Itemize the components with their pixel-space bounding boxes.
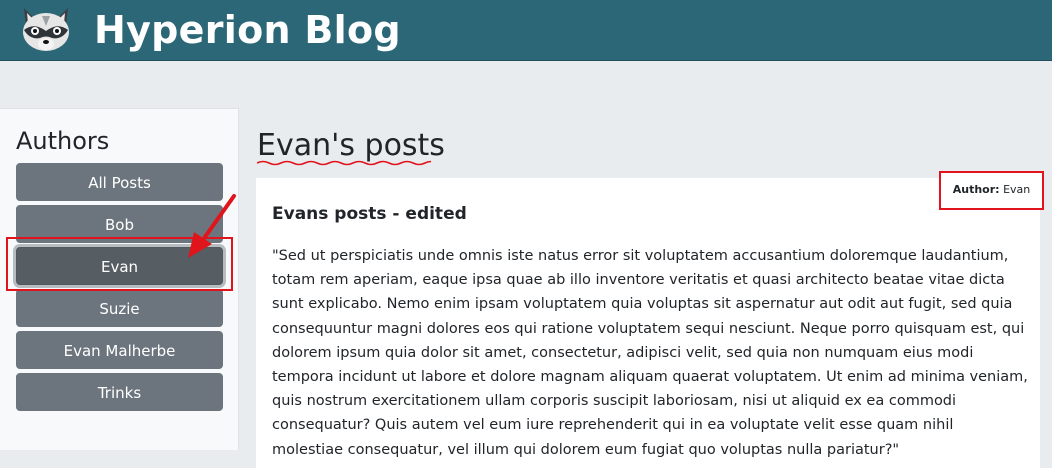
red-arrow-icon [188, 194, 236, 258]
post-author-label: Author: [952, 183, 1000, 196]
sidebar-title: Authors [16, 127, 110, 155]
raccoon-logo-icon[interactable] [16, 4, 76, 54]
spellcheck-underline [257, 160, 431, 166]
author-button-suzie[interactable]: Suzie [16, 289, 223, 327]
author-button-evan-malherbe[interactable]: Evan Malherbe [16, 331, 223, 369]
author-button-trinks[interactable]: Trinks [16, 373, 223, 411]
top-navbar: Hyperion Blog [0, 0, 1052, 61]
post-author: Author: Evan [939, 171, 1044, 210]
post-body: "Sed ut perspiciatis unde omnis iste nat… [272, 248, 1028, 458]
post-author-name: Evan [1003, 183, 1031, 196]
authors-sidebar: Authors All Posts Bob Evan Suzie Evan Ma… [0, 108, 239, 450]
site-title[interactable]: Hyperion Blog [94, 6, 401, 54]
post-title[interactable]: Evans posts - edited [272, 204, 467, 224]
post-card: Evans posts - edited "Sed ut perspiciati… [256, 178, 1040, 468]
